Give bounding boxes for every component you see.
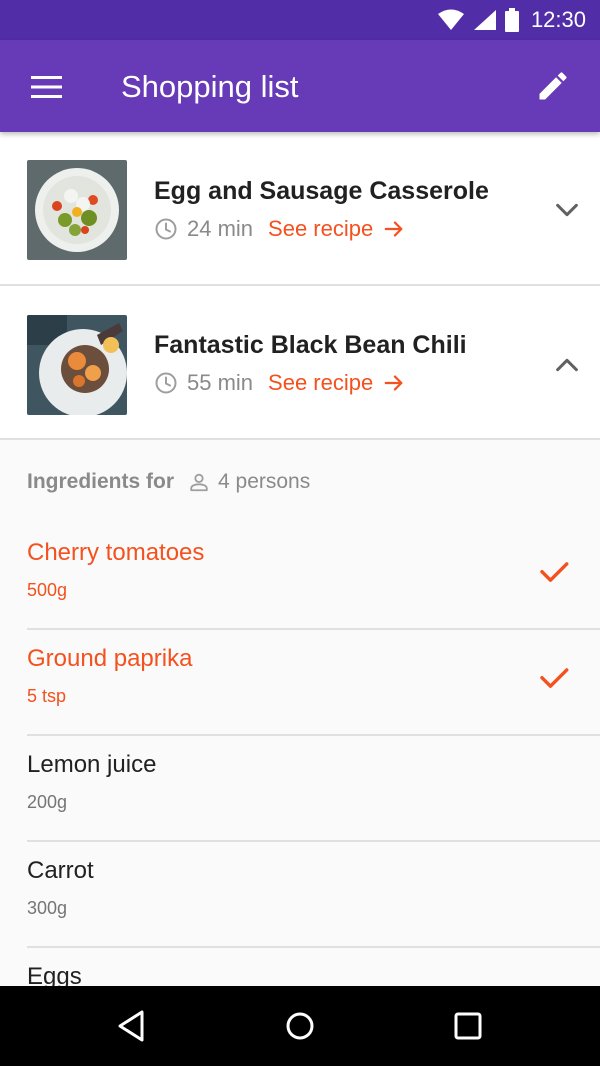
ingredient-name: Lemon juice xyxy=(27,751,157,778)
ingredient-item[interactable]: Lemon juice 200g xyxy=(27,736,600,842)
recipe-meta: 55 min See recipe xyxy=(154,369,405,397)
see-recipe-label: See recipe xyxy=(268,370,374,395)
recipe-title: Egg and Sausage Casserole xyxy=(154,177,489,205)
recents-icon[interactable] xyxy=(450,1008,486,1044)
status-bar: 12:30 xyxy=(0,0,600,40)
back-icon[interactable] xyxy=(114,1008,150,1044)
recipe-title: Fantastic Black Bean Chili xyxy=(154,331,467,359)
ingredient-quantity: 500g xyxy=(27,580,68,600)
clock-icon xyxy=(155,372,177,394)
menu-icon[interactable] xyxy=(30,74,64,100)
page-title: Shopping list xyxy=(121,69,299,104)
recipe-card[interactable]: Fantastic Black Bean Chili 55 min See re… xyxy=(0,286,600,440)
see-recipe-link[interactable]: See recipe xyxy=(268,216,405,242)
check-icon xyxy=(540,668,569,688)
signal-icon xyxy=(473,10,496,30)
recipe-image xyxy=(27,315,127,415)
chevron-down-icon[interactable] xyxy=(553,196,581,224)
ingredient-item[interactable]: Carrot 300g xyxy=(27,842,600,948)
recipe-time: 24 min xyxy=(187,216,254,241)
battery-icon xyxy=(504,8,519,32)
see-recipe-label: See recipe xyxy=(268,216,374,241)
recipe-meta: 24 min See recipe xyxy=(154,215,405,243)
persons-count: 4 persons xyxy=(218,470,311,493)
wifi-icon xyxy=(437,9,464,30)
app-bar: Shopping list xyxy=(0,40,600,132)
ingredient-item[interactable]: Cherry tomatoes 500g xyxy=(27,524,600,630)
ingredients-header: Ingredients for 4 persons xyxy=(27,470,310,494)
ingredient-item[interactable]: Eggs xyxy=(27,948,600,986)
edit-icon[interactable] xyxy=(535,68,571,104)
clock-icon xyxy=(155,218,177,240)
recipe-image xyxy=(27,160,127,260)
status-icons: 12:30 xyxy=(437,8,586,32)
person-icon xyxy=(190,473,208,492)
ingredient-quantity: 5 tsp xyxy=(27,686,67,706)
ingredient-quantity: 200g xyxy=(27,792,68,812)
content: Egg and Sausage Casserole 24 min See rec… xyxy=(0,132,600,986)
see-recipe-link[interactable]: See recipe xyxy=(268,370,405,396)
ingredient-name: Eggs xyxy=(27,963,82,986)
ingredient-quantity: 300g xyxy=(27,898,68,918)
arrow-right-icon xyxy=(384,221,403,237)
arrow-right-icon xyxy=(384,375,403,391)
chevron-up-icon[interactable] xyxy=(553,351,581,379)
ingredient-name: Ground paprika xyxy=(27,645,193,672)
check-icon xyxy=(540,562,569,582)
recipe-time: 55 min xyxy=(187,370,254,395)
home-icon[interactable] xyxy=(282,1008,318,1044)
ingredient-item[interactable]: Ground paprika 5 tsp xyxy=(27,630,600,736)
ingredient-name: Carrot xyxy=(27,857,94,884)
status-time: 12:30 xyxy=(530,7,586,32)
ingredients-label: Ingredients for xyxy=(27,470,175,493)
navigation-bar xyxy=(0,986,600,1066)
recipe-card[interactable]: Egg and Sausage Casserole 24 min See rec… xyxy=(0,132,600,286)
ingredient-name: Cherry tomatoes xyxy=(27,539,205,566)
